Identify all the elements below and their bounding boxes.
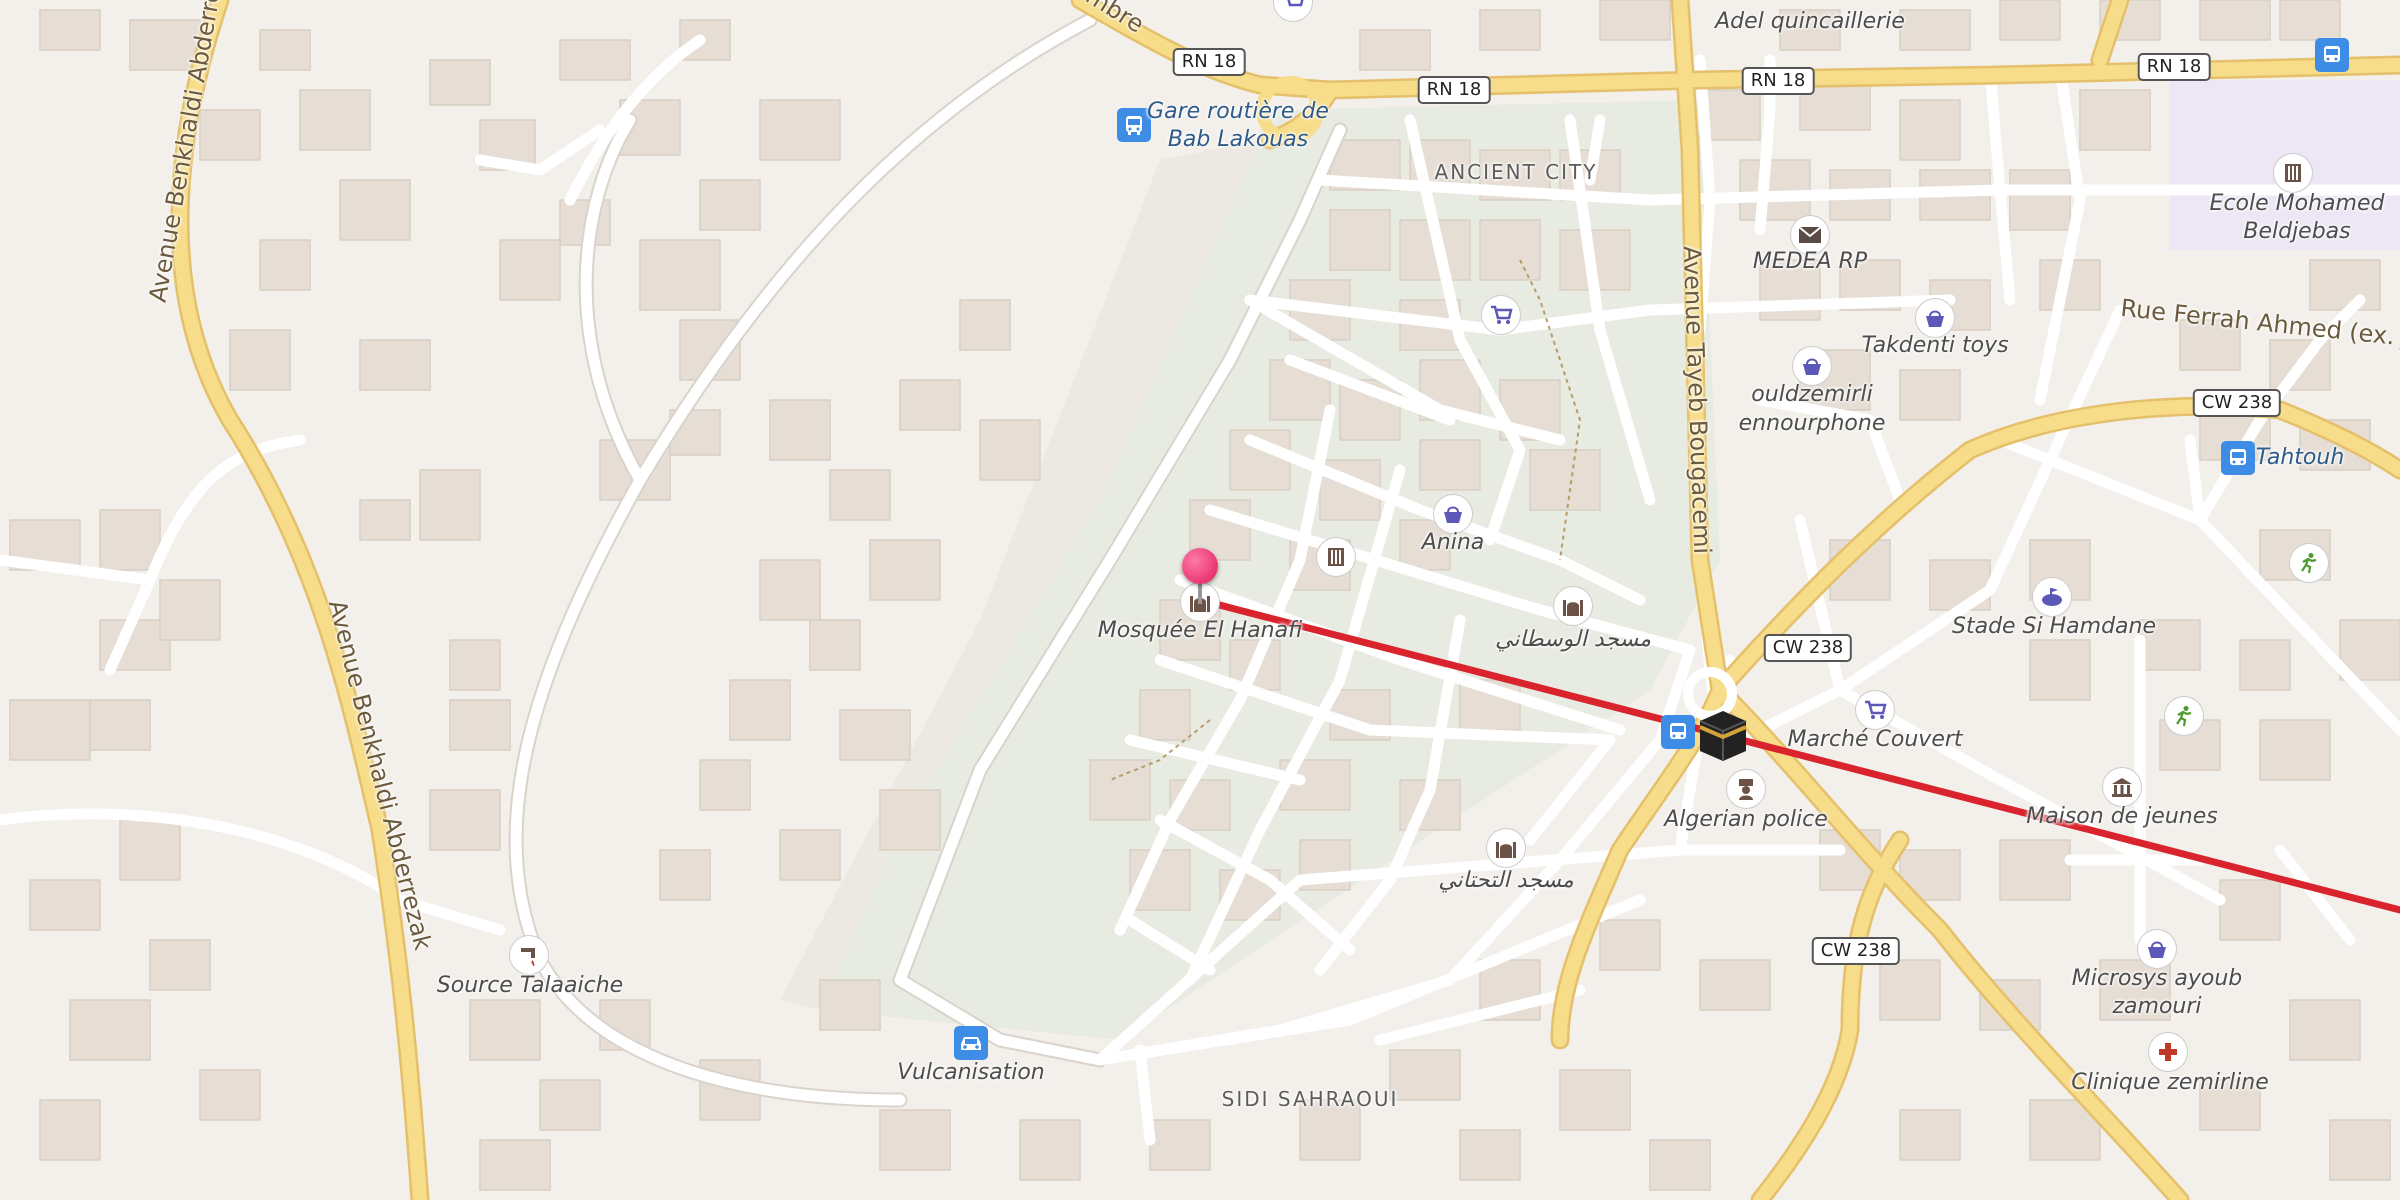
road-shield-rn18: RN 18: [1417, 76, 1491, 104]
poi-label-masjid-tahtani[interactable]: مسجد التحتاني: [1438, 867, 1574, 895]
poi-label-ouldzemirli[interactable]: ennourphone: [1739, 410, 1886, 438]
road-shield-cw238: CW 238: [2192, 389, 2282, 417]
bus-stop-icon[interactable]: [2221, 441, 2255, 475]
poi-label-microsys[interactable]: Microsys ayoub: [2072, 965, 2243, 993]
shopping-basket-icon[interactable]: [1434, 495, 1472, 533]
bus-stop-icon[interactable]: [1661, 715, 1695, 749]
location-pin-stem: [1198, 582, 1202, 604]
sport-icon[interactable]: [2165, 697, 2203, 735]
bus-stop-icon[interactable]: [2315, 38, 2349, 72]
poi-label-source-talaaiche[interactable]: Source Talaaiche: [437, 972, 623, 1000]
poi-label-tahtouh[interactable]: Tahtouh: [2256, 444, 2345, 472]
stadium-icon[interactable]: [2033, 578, 2071, 616]
shopping-cart-icon[interactable]: [1482, 296, 1520, 334]
poi-label-medea-rp[interactable]: MEDEA RP: [1753, 248, 1867, 276]
poi-label-ouldzemirli[interactable]: ouldzemirli: [1751, 381, 1872, 409]
poi-label-masjid-wastani[interactable]: مسجد الوسطاني: [1495, 626, 1651, 654]
hospital-icon[interactable]: [2149, 1033, 2187, 1071]
poi-label-ecole[interactable]: Ecole Mohamed: [2210, 190, 2385, 218]
road-shield-rn18: RN 18: [1741, 67, 1815, 95]
location-pin-icon[interactable]: [1182, 548, 1218, 584]
poi-label-stade-si-hamdane[interactable]: Stade Si Hamdane: [1952, 613, 2156, 641]
district-label-sidi-sahraoui: SIDI SAHRAOUI: [1221, 1087, 1399, 1111]
poi-label-adel-quincaillerie[interactable]: Adel quincaillerie: [1715, 8, 1905, 36]
map-viewport[interactable]: RN 18 RN 18 RN 18 RN 18 CW 238 CW 238 CW…: [0, 0, 2400, 1200]
sport-icon[interactable]: [2290, 544, 2328, 582]
community-centre-icon[interactable]: [2103, 768, 2141, 806]
water-source-icon[interactable]: [510, 936, 548, 974]
poi-label-gare-routiere[interactable]: Bab Lakouas: [1168, 126, 1308, 154]
qibla-kaaba-icon[interactable]: [1694, 705, 1752, 763]
shopping-cart-icon[interactable]: [1856, 691, 1894, 729]
poi-label-maison-de-jeunes[interactable]: Maison de jeunes: [2026, 803, 2217, 831]
police-icon[interactable]: [1727, 770, 1765, 808]
road-shield-cw238: CW 238: [1811, 937, 1901, 965]
bus-stop-icon[interactable]: [1117, 108, 1151, 142]
car-repair-icon[interactable]: [954, 1026, 988, 1060]
poi-label-clinique-zemirline[interactable]: Clinique zemirline: [2071, 1069, 2268, 1097]
poi-label-gare-routiere[interactable]: Gare routière de: [1147, 98, 1329, 126]
poi-label-vulcanisation[interactable]: Vulcanisation: [897, 1059, 1044, 1087]
poi-label-takdenti-toys[interactable]: Takdenti toys: [1861, 332, 2008, 360]
shopping-basket-icon[interactable]: [1793, 347, 1831, 385]
poi-label-microsys[interactable]: zamouri: [2112, 993, 2201, 1021]
district-label-ancient-city: ANCIENT CITY: [1434, 160, 1598, 184]
road-shield-rn18: RN 18: [2137, 53, 2211, 81]
road-shield-cw238: CW 238: [1763, 634, 1853, 662]
mosque-icon[interactable]: [1554, 587, 1592, 625]
road-shield-rn18: RN 18: [1172, 48, 1246, 76]
school-icon[interactable]: [1317, 538, 1355, 576]
poi-label-marche-couvert[interactable]: Marché Couvert: [1787, 726, 1962, 754]
poi-label-mosquee-el-hanafi[interactable]: Mosquée El Hanafi: [1098, 617, 1303, 645]
poi-label-ecole[interactable]: Beldjebas: [2243, 218, 2350, 246]
school-icon[interactable]: [2274, 154, 2312, 192]
mosque-icon[interactable]: [1487, 829, 1525, 867]
poi-label-anina[interactable]: Anina: [1422, 529, 1485, 557]
poi-label-algerian-police[interactable]: Algerian police: [1664, 806, 1828, 834]
shopping-basket-icon[interactable]: [2138, 930, 2176, 968]
